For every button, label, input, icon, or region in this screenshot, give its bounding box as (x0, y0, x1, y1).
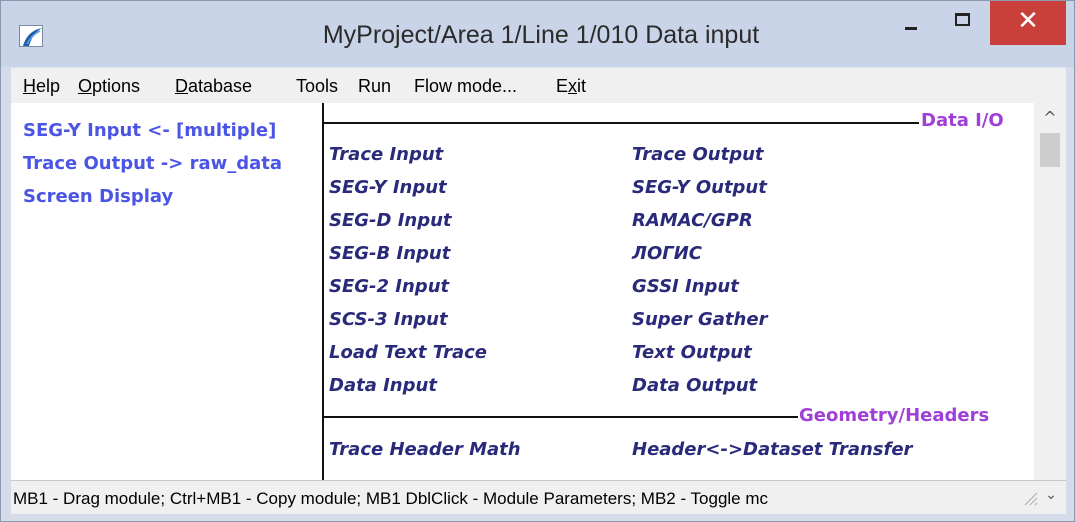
flow-panel: SEG-Y Input <- [multiple] Trace Output -… (11, 103, 323, 480)
module-item[interactable]: ЛОГИС (632, 243, 702, 264)
module-item[interactable]: Trace Input (329, 144, 443, 165)
module-item[interactable]: SEG-2 Input (329, 276, 449, 297)
module-item[interactable]: Super Gather (632, 309, 767, 330)
section-divider-data-io (324, 122, 919, 124)
menu-help[interactable]: Help (23, 76, 60, 97)
status-text: MB1 - Drag module; Ctrl+MB1 - Copy modul… (13, 489, 769, 508)
flow-item-segy-input[interactable]: SEG-Y Input <- [multiple] (23, 120, 276, 141)
window-title: MyProject/Area 1/Line 1/010 Data input (322, 21, 760, 49)
menu-run[interactable]: Run (358, 76, 391, 97)
minimize-icon (905, 27, 917, 30)
menu-options[interactable]: Options (78, 76, 140, 97)
menu-exit[interactable]: Exit (556, 76, 586, 97)
flow-item-trace-output[interactable]: Trace Output -> raw_data (23, 153, 282, 174)
module-item[interactable]: Header<->Dataset Transfer (632, 439, 912, 460)
resize-grip-icon[interactable] (1021, 489, 1039, 507)
module-item[interactable]: Data Output (632, 375, 757, 396)
scroll-up-icon[interactable]: ^ (1034, 103, 1066, 133)
menu-flow-mode[interactable]: Flow mode... (414, 76, 517, 97)
minimize-button[interactable] (886, 1, 938, 47)
panel-divider[interactable] (322, 103, 324, 480)
menu-database[interactable]: Database (175, 76, 252, 97)
module-item[interactable]: Trace Output (632, 144, 764, 165)
main-content: SEG-Y Input <- [multiple] Trace Output -… (11, 103, 1066, 480)
app-window: MyProject/Area 1/Line 1/010 Data input ✕… (0, 0, 1075, 522)
scroll-thumb[interactable] (1040, 133, 1060, 167)
section-title-geometry-headers: Geometry/Headers (799, 405, 990, 426)
module-item[interactable]: SEG-D Input (329, 210, 452, 231)
module-item[interactable]: SEG-Y Output (632, 177, 767, 198)
module-item[interactable]: Text Output (632, 342, 752, 363)
maximize-icon (955, 13, 970, 26)
scroll-down-icon[interactable]: ⌄ (1041, 487, 1061, 507)
module-item[interactable]: SEG-B Input (329, 243, 450, 264)
module-item[interactable]: SCS-3 Input (329, 309, 448, 330)
menu-tools[interactable]: Tools (296, 76, 338, 97)
title-bar[interactable]: MyProject/Area 1/Line 1/010 Data input ✕ (1, 1, 1074, 67)
module-item[interactable]: Load Text Trace (329, 342, 487, 363)
module-item[interactable]: Trace Header Math (329, 439, 521, 460)
status-bar: MB1 - Drag module; Ctrl+MB1 - Copy modul… (11, 480, 1066, 514)
close-button[interactable]: ✕ (990, 1, 1066, 45)
vertical-scrollbar[interactable]: ^ (1034, 103, 1066, 480)
section-title-data-io: Data I/O (921, 110, 1004, 131)
close-icon: ✕ (1017, 6, 1039, 36)
menu-bar: Help Options Database Tools Run Flow mod… (11, 67, 1066, 103)
module-item[interactable]: Data Input (329, 375, 437, 396)
flow-item-screen-display[interactable]: Screen Display (23, 186, 173, 207)
module-item[interactable]: RAMAC/GPR (632, 210, 753, 231)
maximize-button[interactable] (938, 1, 988, 47)
module-item[interactable]: GSSI Input (632, 276, 739, 297)
section-divider-geometry-headers (324, 416, 798, 418)
app-logo-icon[interactable] (19, 25, 43, 47)
module-item[interactable]: SEG-Y Input (329, 177, 447, 198)
